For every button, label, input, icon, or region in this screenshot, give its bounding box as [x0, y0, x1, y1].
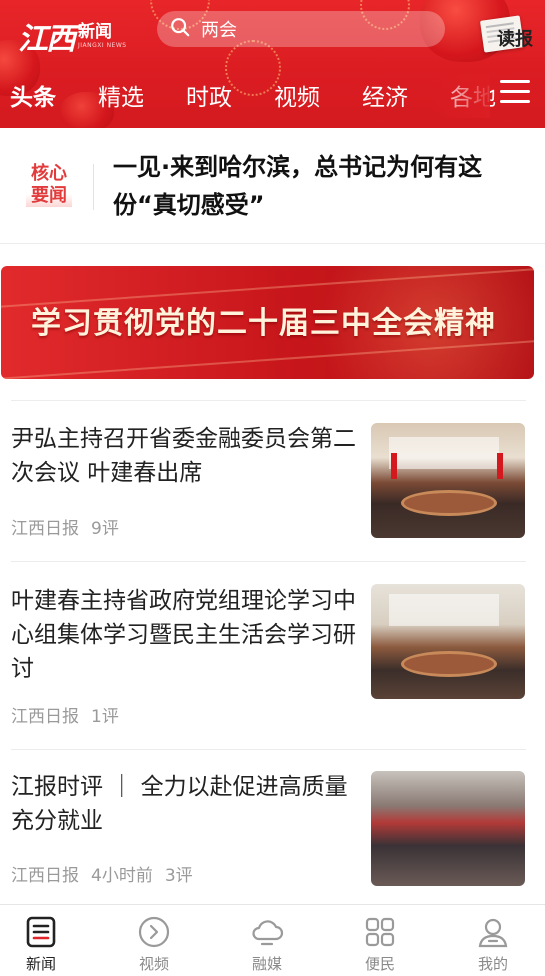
news-meta: 江西日报 9评 [11, 514, 131, 539]
news-thumbnail[interactable] [371, 584, 525, 699]
news-source: 江西日报 [11, 519, 79, 539]
news-title[interactable]: 江报时评 ｜ 全力以赴促进高质量充分就业 [11, 770, 363, 838]
news-comments: 3评 [164, 866, 193, 886]
news-source: 江西日报 [11, 707, 79, 727]
nav-label: 新闻 [25, 955, 56, 973]
core-headline[interactable]: 核心 要闻 一见·来到哈尔滨，总书记为何有这份“真切感受” [0, 128, 545, 244]
logo-title: 新闻 [78, 21, 112, 42]
app-logo[interactable]: 江西 新闻 JIANGXI NEWS [18, 14, 127, 58]
app-header: 江西 新闻 JIANGXI NEWS 两会 读报 头条 精选 时政 视频 经济 … [0, 0, 545, 128]
divider [11, 400, 526, 401]
hamburger-icon[interactable] [500, 80, 530, 108]
news-source: 江西日报 [11, 866, 79, 886]
logo-subtitle: JIANGXI NEWS [78, 41, 127, 49]
divider [11, 749, 526, 750]
news-item[interactable]: 叶建春主持省政府党组理论学习中心组集体学习暨民主生活会学习研讨 江西日报 1评 [11, 561, 526, 749]
nav-me[interactable]: 我的 [453, 905, 533, 976]
tab-shipin[interactable]: 视频 [274, 78, 320, 112]
news-thumbnail[interactable] [371, 423, 525, 538]
nav-services[interactable]: 便民 [340, 905, 420, 976]
badge-line-2: 要闻 [26, 185, 72, 207]
nav-label: 便民 [364, 955, 395, 973]
headline-title[interactable]: 一见·来到哈尔滨，总书记为何有这份“真切感受” [113, 148, 523, 224]
tab-jingxuan[interactable]: 精选 [98, 78, 144, 112]
read-newspaper-button[interactable]: 读报 [478, 14, 536, 53]
nav-news[interactable]: 新闻 [1, 905, 81, 976]
core-news-badge: 核心 要闻 [26, 163, 72, 207]
tab-jingji[interactable]: 经济 [362, 78, 408, 112]
news-title[interactable]: 尹弘主持召开省委金融委员会第二次会议 叶建春出席 [11, 422, 363, 490]
bottom-navigation: 新闻 视频 融媒 便民 我的 [0, 904, 545, 976]
nav-video[interactable]: 视频 [114, 905, 194, 976]
divider [93, 164, 94, 210]
news-comments: 1评 [91, 707, 119, 727]
channel-tabs: 头条 精选 时政 视频 经济 各地 [0, 74, 545, 118]
news-title[interactable]: 叶建春主持省政府党组理论学习中心组集体学习暨民主生活会学习研讨 [11, 584, 363, 686]
logo-brush-text: 江西 [18, 22, 76, 57]
divider [11, 561, 526, 562]
news-meta: 江西日报 4小时前 3评 [11, 861, 205, 886]
news-time: 4小时前 [91, 866, 153, 886]
news-meta: 江西日报 1评 [11, 702, 131, 727]
search-icon [169, 16, 191, 42]
news-thumbnail[interactable] [371, 771, 525, 886]
tabs-fade [430, 74, 490, 118]
nav-label: 视频 [138, 955, 169, 973]
news-item[interactable]: 江报时评 ｜ 全力以赴促进高质量充分就业 江西日报 4小时前 3评 [11, 749, 526, 901]
banner-title: 学习贯彻党的二十届三中全会精神 [31, 306, 496, 341]
nav-media[interactable]: 融媒 [227, 905, 307, 976]
topic-banner[interactable]: 学习贯彻党的二十届三中全会精神 [1, 266, 534, 379]
news-item[interactable]: 尹弘主持召开省委金融委员会第二次会议 叶建春出席 江西日报 9评 [11, 400, 526, 560]
nav-label: 我的 [477, 955, 508, 973]
tab-toutiao[interactable]: 头条 [10, 78, 56, 112]
read-newspaper-label: 读报 [497, 29, 533, 50]
news-comments: 9评 [91, 519, 119, 539]
badge-line-1: 核心 [31, 163, 67, 184]
search-placeholder: 两会 [201, 20, 237, 41]
nav-label: 融媒 [251, 955, 282, 973]
tab-shizheng[interactable]: 时政 [186, 78, 232, 112]
search-bar[interactable]: 两会 [157, 11, 445, 47]
